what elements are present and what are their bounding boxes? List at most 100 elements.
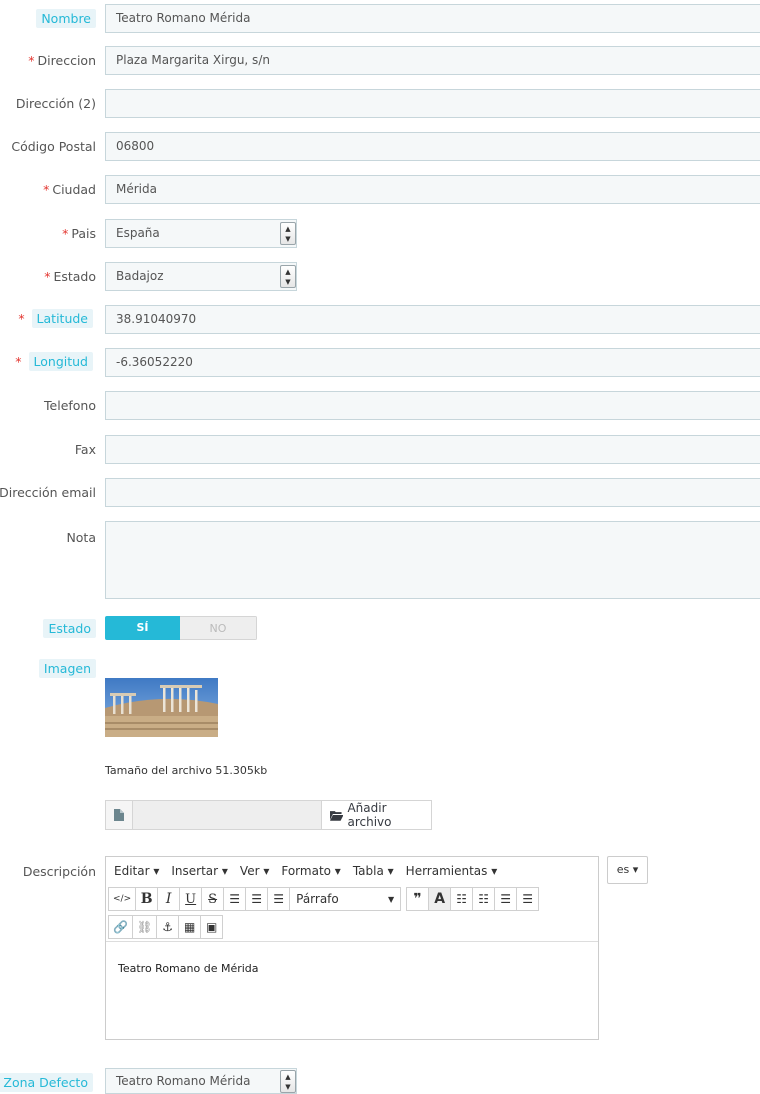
direccion2-input[interactable] xyxy=(105,89,760,118)
add-file-button[interactable]: Añadir archivo xyxy=(321,800,432,830)
menu-tabla[interactable]: Tabla ▾ xyxy=(353,864,394,878)
language-dropdown[interactable]: es ▾ xyxy=(607,856,648,884)
estado-provincia-label-text: Estado xyxy=(53,269,96,284)
direccion-input[interactable]: Plaza Margarita Xirgu, s/n xyxy=(105,46,760,75)
row-telefono: Telefono xyxy=(0,391,760,420)
required-marker: * xyxy=(62,226,69,241)
direccion-label: * Direccion xyxy=(28,53,96,68)
outdent-icon[interactable]: ☰ xyxy=(494,887,518,911)
estado-provincia-select[interactable]: Badajoz ▲ ▼ xyxy=(105,262,297,291)
italic-icon[interactable]: I xyxy=(157,887,181,911)
link-icon[interactable]: 🔗 xyxy=(108,915,133,939)
menu-editar[interactable]: Editar ▾ xyxy=(114,864,159,878)
fax-label: Fax xyxy=(74,442,96,457)
format-select[interactable]: Párrafo ▼ xyxy=(289,887,402,911)
row-zona-defecto: Zona Defecto Teatro Romano Mérida ▲ ▼ xyxy=(0,1068,760,1094)
codigo-postal-label: Código Postal xyxy=(11,139,96,154)
file-path-input[interactable] xyxy=(133,800,321,830)
switch-on-option[interactable]: SÍ xyxy=(105,616,180,640)
teatro-thumbnail-image xyxy=(105,678,218,737)
row-direccion: * Direccion Plaza Margarita Xirgu, s/n xyxy=(0,46,760,75)
format-select-value: Párrafo xyxy=(296,892,339,906)
blockquote-icon[interactable]: ❞ xyxy=(406,887,430,911)
row-ciudad: * Ciudad Mérida xyxy=(0,175,760,204)
numbered-list-icon[interactable]: ☷ xyxy=(472,887,496,911)
longitud-label-text: Longitud xyxy=(28,352,93,371)
indent-icon[interactable]: ☰ xyxy=(516,887,540,911)
source-code-icon[interactable]: </> xyxy=(108,887,137,911)
telefono-input[interactable] xyxy=(105,391,760,420)
telefono-label: Telefono xyxy=(44,398,96,413)
add-file-label: Añadir archivo xyxy=(347,801,392,829)
longitud-input[interactable]: -6.36052220 xyxy=(105,348,760,377)
editor-content[interactable]: Teatro Romano de Mérida xyxy=(118,962,259,975)
row-estado-provincia: * Estado Badajoz ▲ ▼ xyxy=(0,262,760,291)
chevron-down-icon: ▼ xyxy=(387,894,395,904)
menu-ver[interactable]: Ver ▾ xyxy=(240,864,269,878)
unlink-icon[interactable]: ⛓ xyxy=(131,915,158,939)
row-latitude: * Latitude 38.91040970 xyxy=(0,305,760,334)
row-direccion2: Dirección (2) xyxy=(0,89,760,118)
latitude-label: * Latitude xyxy=(18,309,93,328)
align-right-icon[interactable]: ☰ xyxy=(267,887,291,911)
anchor-icon[interactable]: ⚓ xyxy=(156,915,180,939)
pais-select[interactable]: España ▲ ▼ xyxy=(105,219,297,248)
underline-icon[interactable]: U xyxy=(179,887,203,911)
media-icon[interactable]: ▦ xyxy=(178,915,202,939)
codigo-postal-input[interactable]: 06800 xyxy=(105,132,760,161)
file-icon xyxy=(105,800,133,830)
file-size-text: Tamaño del archivo 51.305kb xyxy=(105,764,268,777)
switch-off-option[interactable]: NO xyxy=(180,616,257,640)
fax-input[interactable] xyxy=(105,435,760,464)
required-marker: * xyxy=(15,354,22,369)
editor-divider xyxy=(106,941,598,942)
ciudad-input[interactable]: Mérida xyxy=(105,175,760,204)
strikethrough-icon[interactable]: S xyxy=(201,887,225,911)
editor-menubar: Editar ▾ Insertar ▾ Ver ▾ Formato ▾ Tabl… xyxy=(106,857,598,884)
pais-select-value: España xyxy=(116,226,160,240)
required-marker: * xyxy=(43,182,50,197)
row-imagen: Imagen Tamaño del archivo 51.305kb xyxy=(0,659,760,777)
row-descripcion: Descripción Editar ▾ Insertar ▾ Ver ▾ Fo… xyxy=(0,856,760,1040)
required-marker: * xyxy=(18,311,25,326)
nombre-label: Nombre xyxy=(36,9,96,28)
nota-label: Nota xyxy=(66,530,96,545)
latitude-input[interactable]: 38.91040970 xyxy=(105,305,760,334)
estado-provincia-label: * Estado xyxy=(44,269,96,284)
nombre-input[interactable]: Teatro Romano Mérida xyxy=(105,4,760,33)
zona-defecto-select-value: Teatro Romano Mérida xyxy=(116,1074,251,1088)
row-nota: Nota xyxy=(0,521,760,599)
row-file-upload: Añadir archivo xyxy=(0,800,760,830)
row-codigo-postal: Código Postal 06800 xyxy=(0,132,760,161)
menu-herramientas[interactable]: Herramientas ▾ xyxy=(406,864,498,878)
align-left-icon[interactable]: ☰ xyxy=(223,887,247,911)
pais-label: * Pais xyxy=(62,226,96,241)
email-input[interactable] xyxy=(105,478,760,507)
imagen-label: Imagen xyxy=(38,659,96,678)
ciudad-label-text: Ciudad xyxy=(52,182,96,197)
menu-formato[interactable]: Formato ▾ xyxy=(281,864,340,878)
row-pais: * Pais España ▲ ▼ xyxy=(0,219,760,248)
editor-toolbar-row-1: </> B I U S ☰ ☰ ☰ Párrafo ▼ ❞ A ☷ ☷ ☰ ☰ xyxy=(108,887,540,911)
bullet-list-icon[interactable]: ☷ xyxy=(450,887,474,911)
estado-toggle-label: Estado xyxy=(43,619,96,638)
text-color-icon[interactable]: A xyxy=(428,887,452,911)
nota-textarea[interactable] xyxy=(105,521,760,599)
file-upload-group: Añadir archivo xyxy=(105,800,432,830)
latitude-label-text: Latitude xyxy=(31,309,93,328)
align-center-icon[interactable]: ☰ xyxy=(245,887,269,911)
zona-defecto-select[interactable]: Teatro Romano Mérida ▲ ▼ xyxy=(105,1068,297,1094)
longitud-label: * Longitud xyxy=(15,352,93,371)
email-label: Dirección email xyxy=(0,485,96,500)
rich-text-editor: Editar ▾ Insertar ▾ Ver ▾ Formato ▾ Tabl… xyxy=(105,856,599,1040)
menu-insertar[interactable]: Insertar ▾ xyxy=(171,864,228,878)
image-icon[interactable]: ▣ xyxy=(200,915,224,939)
estado-switch[interactable]: SÍ NO xyxy=(105,616,257,640)
select-arrows-icon: ▲ ▼ xyxy=(280,265,296,288)
required-marker: * xyxy=(44,269,51,284)
descripcion-label: Descripción xyxy=(22,864,96,879)
select-arrows-icon: ▲ ▼ xyxy=(280,222,296,245)
editor-toolbar-row-2: 🔗 ⛓ ⚓ ▦ ▣ xyxy=(108,915,224,939)
required-marker: * xyxy=(28,53,35,68)
bold-icon[interactable]: B xyxy=(135,887,159,911)
